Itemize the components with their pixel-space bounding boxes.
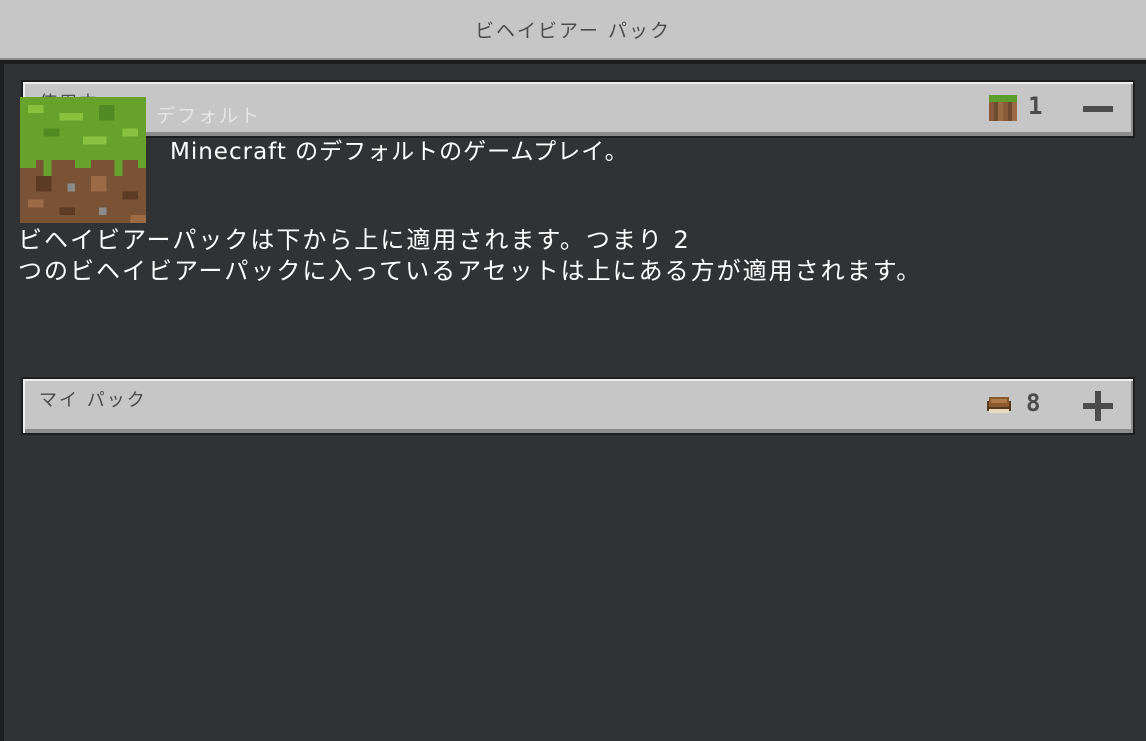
- my-packs-count: 8: [1026, 389, 1041, 417]
- grass-block-icon: [20, 97, 146, 223]
- info-line-1: ビヘイビアーパックは下から上に適用されます。つまり 2: [18, 226, 691, 254]
- book-icon: [987, 397, 1011, 413]
- pack-description: Minecraft のデフォルトのゲームプレイ。: [170, 139, 629, 165]
- title-bar: ビヘイビアー パック: [0, 0, 1146, 60]
- info-line-2: つのビヘイビアーパックに入っているアセットは上にある方が適用されます。: [18, 257, 923, 285]
- active-packs-count: 1: [1028, 92, 1043, 120]
- grass-block-icon: [989, 95, 1017, 121]
- expand-plus-icon[interactable]: [1081, 389, 1115, 423]
- my-packs-header[interactable]: マイ パック 8: [21, 377, 1135, 435]
- page-title: ビヘイビアー パック: [475, 19, 671, 42]
- pack-name: デフォルト: [156, 105, 262, 127]
- collapse-minus-icon[interactable]: [1081, 92, 1115, 126]
- my-packs-label: マイ パック: [39, 390, 147, 411]
- info-text: ビヘイビアーパックは下から上に適用されます。つまり 2 つのビヘイビアーパックに…: [18, 225, 1128, 287]
